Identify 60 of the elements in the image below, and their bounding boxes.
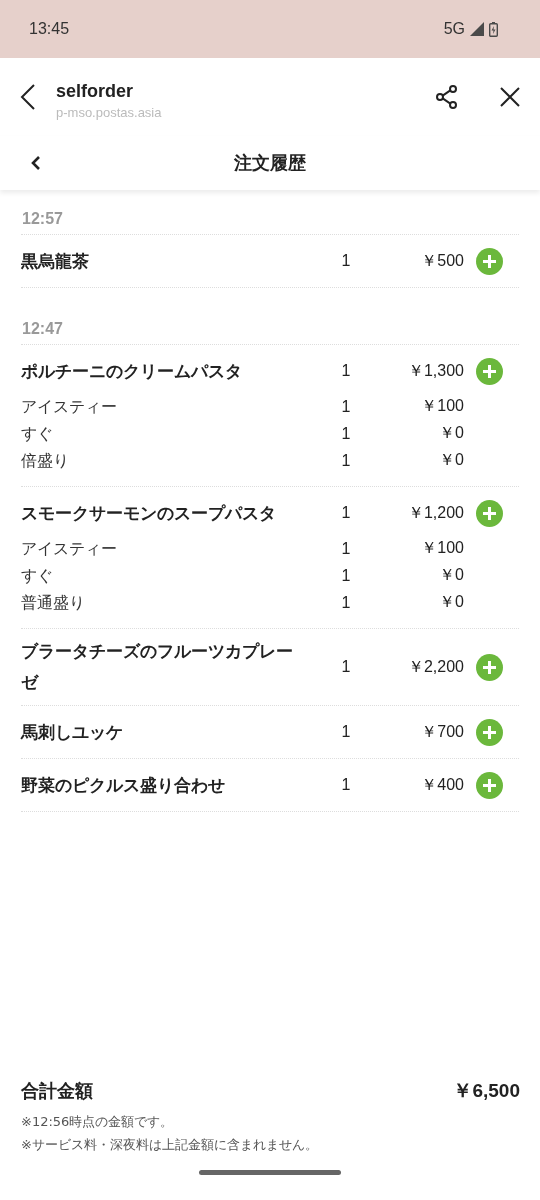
option-name: すぐ xyxy=(21,423,54,445)
option-name: アイスティー xyxy=(21,538,118,560)
option-name: アイスティー xyxy=(21,396,118,418)
add-icon[interactable] xyxy=(476,499,503,527)
item-name: スモークサーモンのスープパスタ xyxy=(21,501,277,525)
item-quantity: 1 xyxy=(340,504,352,522)
item-name: ブラータチーズのフルーツカプレーゼ xyxy=(21,640,294,694)
option-quantity: 1 xyxy=(340,566,352,585)
option-quantity: 1 xyxy=(340,539,352,558)
network-label: 5G xyxy=(443,20,465,38)
page-title: 注文履歴 xyxy=(234,151,306,175)
total-label: 合計金額 xyxy=(21,1079,93,1103)
option-price: ￥0 xyxy=(438,592,464,612)
add-icon[interactable] xyxy=(476,771,503,799)
item-price: ￥2,200 xyxy=(406,656,464,677)
back-icon[interactable] xyxy=(31,155,41,171)
share-icon[interactable] xyxy=(436,85,458,109)
item-price: ￥1,300 xyxy=(406,360,464,381)
option-quantity: 1 xyxy=(340,593,352,612)
item-name: 黒烏龍茶 xyxy=(21,249,90,273)
option-quantity: 1 xyxy=(340,451,352,470)
option-price: ￥0 xyxy=(438,565,464,585)
option-name: 倍盛り xyxy=(21,450,70,472)
item-quantity: 1 xyxy=(340,362,352,380)
option-price: ￥0 xyxy=(438,423,464,443)
item-price: ￥1,200 xyxy=(406,502,464,523)
signal-icon xyxy=(470,22,484,36)
option-quantity: 1 xyxy=(340,397,352,416)
item-name: ポルチーニのクリームパスタ xyxy=(21,359,243,383)
footnote: ※サービス料・深夜料は上記金額に含まれません。 xyxy=(21,1136,319,1154)
add-icon[interactable] xyxy=(476,247,503,275)
order-time: 12:57 xyxy=(21,200,519,235)
item-quantity: 1 xyxy=(340,776,352,794)
option-price: ￥100 xyxy=(420,538,464,558)
option-price: ￥0 xyxy=(438,450,464,470)
option-quantity: 1 xyxy=(340,424,352,443)
item-quantity: 1 xyxy=(340,252,352,270)
site-title: selforder xyxy=(56,80,135,102)
back-icon[interactable] xyxy=(20,84,36,110)
add-icon[interactable] xyxy=(476,653,503,681)
item-name: 野菜のピクルス盛り合わせ xyxy=(21,773,226,797)
option-name: すぐ xyxy=(21,565,54,587)
footnote: ※12:56時点の金額です。 xyxy=(21,1113,175,1131)
item-price: ￥500 xyxy=(420,250,464,271)
battery-icon xyxy=(489,21,498,37)
item-name: 馬刺しユッケ xyxy=(21,720,124,744)
item-price: ￥700 xyxy=(420,721,464,742)
close-icon[interactable] xyxy=(500,87,520,107)
order-time: 12:47 xyxy=(21,310,519,345)
add-icon[interactable] xyxy=(476,357,503,385)
site-url: p-mso.postas.asia xyxy=(56,104,163,120)
option-price: ￥100 xyxy=(420,396,464,416)
item-quantity: 1 xyxy=(340,658,352,676)
option-name: 普通盛り xyxy=(21,592,86,614)
add-icon[interactable] xyxy=(476,718,503,746)
status-time: 13:45 xyxy=(29,20,70,38)
item-price: ￥400 xyxy=(420,774,464,795)
item-quantity: 1 xyxy=(340,723,352,741)
gesture-handle[interactable] xyxy=(199,1170,341,1175)
total-amount: ￥6,500 xyxy=(453,1079,520,1103)
